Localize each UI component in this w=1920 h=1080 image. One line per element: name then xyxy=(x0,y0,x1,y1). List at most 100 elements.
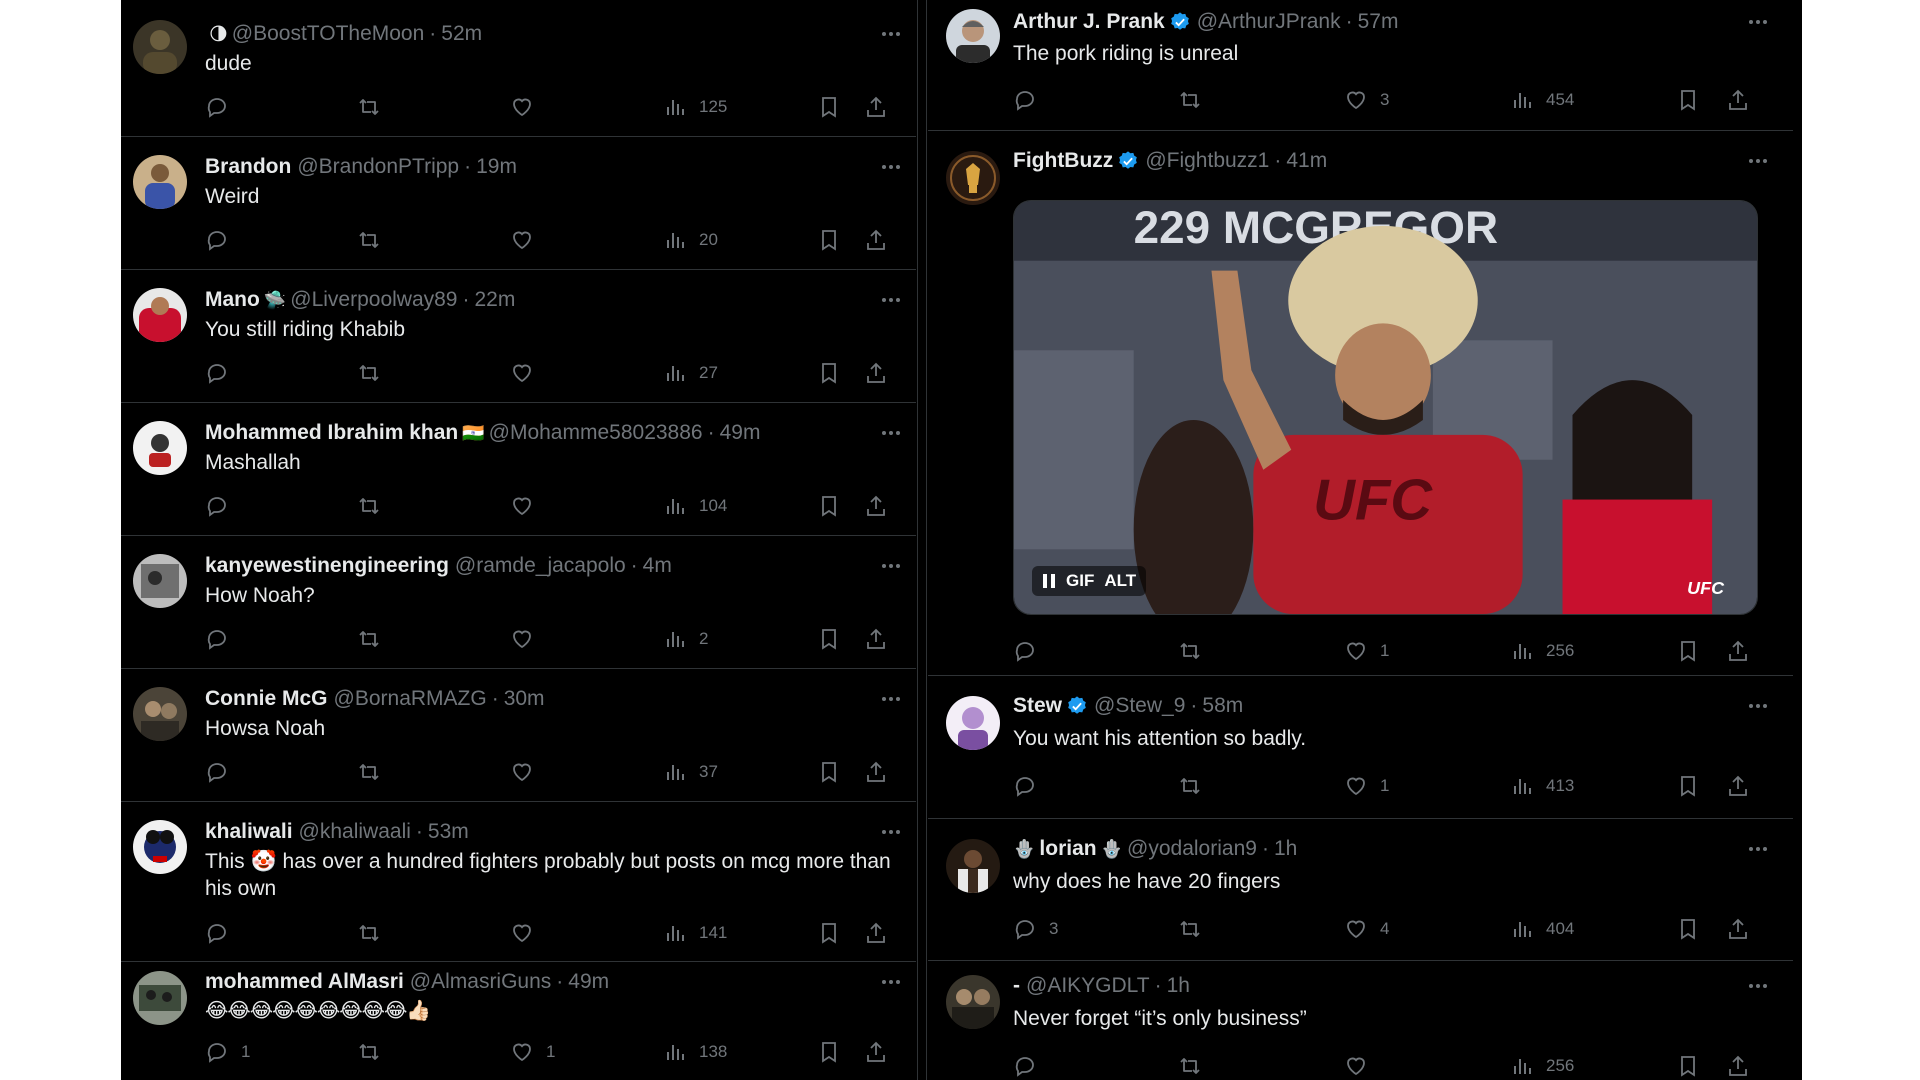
reply-button[interactable]: 3 xyxy=(1013,915,1058,943)
views-button[interactable]: 413 xyxy=(1510,772,1574,800)
like-button[interactable] xyxy=(510,919,534,947)
share-button[interactable] xyxy=(864,919,888,947)
avatar[interactable] xyxy=(133,20,187,74)
more-icon[interactable] xyxy=(879,687,903,711)
tweet-handle[interactable]: @BrandonPTripp xyxy=(297,155,459,179)
tweet-display-name[interactable]: Brandon xyxy=(205,155,291,179)
share-button[interactable] xyxy=(864,492,888,520)
like-button[interactable]: 1 xyxy=(1344,772,1389,800)
tweet-display-name[interactable]: Mohammed Ibrahim khan xyxy=(205,421,458,445)
tweet-handle[interactable]: @Liverpoolway89 xyxy=(290,288,457,312)
tweet-display-name[interactable]: khaliwali xyxy=(205,820,293,844)
tweet-time[interactable]: 53m xyxy=(428,820,469,844)
retweet-button[interactable] xyxy=(1178,772,1202,800)
reply-button[interactable] xyxy=(1013,86,1037,114)
views-button[interactable]: 20 xyxy=(663,226,718,254)
gif-media[interactable]: 229 MCGREGOR UFC UFC GIF ALT xyxy=(1013,200,1758,615)
bookmark-button[interactable] xyxy=(817,226,841,254)
reply-button[interactable] xyxy=(205,492,229,520)
bookmark-button[interactable] xyxy=(817,625,841,653)
bookmark-button[interactable] xyxy=(817,93,841,121)
tweet-handle[interactable]: @Fightbuzz1 xyxy=(1145,149,1269,173)
tweet-display-name[interactable]: kanyewestinengineering xyxy=(205,554,449,578)
like-button[interactable] xyxy=(510,758,534,786)
like-button[interactable]: 1 xyxy=(1344,637,1389,665)
like-button[interactable] xyxy=(510,492,534,520)
reply-button[interactable] xyxy=(205,625,229,653)
tweet-handle[interactable]: @khaliwaali xyxy=(299,820,411,844)
reply-tweet[interactable]: kanyewestinengineering @ramde_jacapolo ·… xyxy=(121,536,916,669)
more-icon[interactable] xyxy=(879,22,903,46)
avatar[interactable] xyxy=(133,288,187,342)
views-button[interactable]: 2 xyxy=(663,625,708,653)
share-button[interactable] xyxy=(1726,637,1750,665)
avatar[interactable] xyxy=(133,971,187,1025)
more-icon[interactable] xyxy=(879,421,903,445)
tweet-time[interactable]: 41m xyxy=(1286,149,1327,173)
avatar[interactable] xyxy=(946,975,1000,1029)
avatar[interactable] xyxy=(133,155,187,209)
like-button[interactable]: 4 xyxy=(1344,915,1389,943)
share-button[interactable] xyxy=(1726,1052,1750,1080)
views-button[interactable]: 256 xyxy=(1510,637,1574,665)
bookmark-button[interactable] xyxy=(817,492,841,520)
pause-icon[interactable] xyxy=(1042,573,1056,589)
views-button[interactable]: 37 xyxy=(663,758,718,786)
more-icon[interactable] xyxy=(1746,10,1770,34)
tweet-handle[interactable]: @yodalorian9 xyxy=(1127,837,1257,861)
tweet-time[interactable]: 19m xyxy=(476,155,517,179)
reply-tweet[interactable]: 🪬 lorian 🪬 @yodalorian9 · 1h why does he… xyxy=(928,819,1793,961)
more-icon[interactable] xyxy=(1746,694,1770,718)
reply-tweet[interactable]: - @AIKYGDLT · 1h Never forget “it’s only… xyxy=(928,961,1793,1080)
like-button[interactable] xyxy=(510,359,534,387)
share-button[interactable] xyxy=(1726,86,1750,114)
like-button[interactable]: 1 xyxy=(510,1038,555,1066)
share-button[interactable] xyxy=(1726,772,1750,800)
alt-button[interactable]: ALT xyxy=(1104,571,1136,591)
tweet-handle[interactable]: @BoostTOTheMoon xyxy=(232,22,425,46)
avatar[interactable] xyxy=(946,151,1000,205)
retweet-button[interactable] xyxy=(357,758,381,786)
tweet-handle[interactable]: @AIKYGDLT xyxy=(1026,974,1150,998)
tweet-handle[interactable]: @AlmasriGuns xyxy=(410,970,552,994)
like-button[interactable] xyxy=(510,93,534,121)
retweet-button[interactable] xyxy=(357,625,381,653)
retweet-button[interactable] xyxy=(1178,915,1202,943)
tweet-time[interactable]: 4m xyxy=(643,554,672,578)
views-button[interactable]: 256 xyxy=(1510,1052,1574,1080)
reply-button[interactable] xyxy=(205,226,229,254)
tweet-display-name[interactable]: Mano xyxy=(205,288,260,312)
more-icon[interactable] xyxy=(879,288,903,312)
reply-tweet[interactable]: Arthur J. Prank @ArthurJPrank · 57m The … xyxy=(928,0,1793,131)
reply-tweet[interactable]: mohammed AlMasri @AlmasriGuns · 49m 😂😂😂😂… xyxy=(121,962,916,1080)
tweet-time[interactable]: 57m xyxy=(1358,10,1399,34)
gif-controls[interactable]: GIF ALT xyxy=(1032,566,1147,596)
retweet-button[interactable] xyxy=(1178,86,1202,114)
bookmark-button[interactable] xyxy=(817,758,841,786)
reply-button[interactable]: 1 xyxy=(205,1038,250,1066)
reply-button[interactable] xyxy=(205,758,229,786)
share-button[interactable] xyxy=(864,359,888,387)
avatar[interactable] xyxy=(133,687,187,741)
more-icon[interactable] xyxy=(1746,837,1770,861)
reply-tweet[interactable]: Stew @Stew_9 · 58m You want his attentio… xyxy=(928,676,1793,819)
retweet-button[interactable] xyxy=(357,919,381,947)
more-icon[interactable] xyxy=(879,155,903,179)
like-button[interactable] xyxy=(1344,1052,1368,1080)
avatar[interactable] xyxy=(946,696,1000,750)
bookmark-button[interactable] xyxy=(817,1038,841,1066)
bookmark-button[interactable] xyxy=(1676,1052,1700,1080)
bookmark-button[interactable] xyxy=(817,359,841,387)
views-button[interactable]: 404 xyxy=(1510,915,1574,943)
avatar[interactable] xyxy=(133,421,187,475)
bookmark-button[interactable] xyxy=(1676,86,1700,114)
tweet-handle[interactable]: @Stew_9 xyxy=(1094,694,1185,718)
retweet-button[interactable] xyxy=(357,1038,381,1066)
retweet-button[interactable] xyxy=(357,492,381,520)
avatar[interactable] xyxy=(133,820,187,874)
bookmark-button[interactable] xyxy=(1676,637,1700,665)
tweet-handle[interactable]: @Mohamme58023886 xyxy=(489,421,703,445)
tweet-handle[interactable]: @BornaRMAZG xyxy=(334,687,487,711)
avatar[interactable] xyxy=(133,554,187,608)
tweet-time[interactable]: 1h xyxy=(1167,974,1190,998)
